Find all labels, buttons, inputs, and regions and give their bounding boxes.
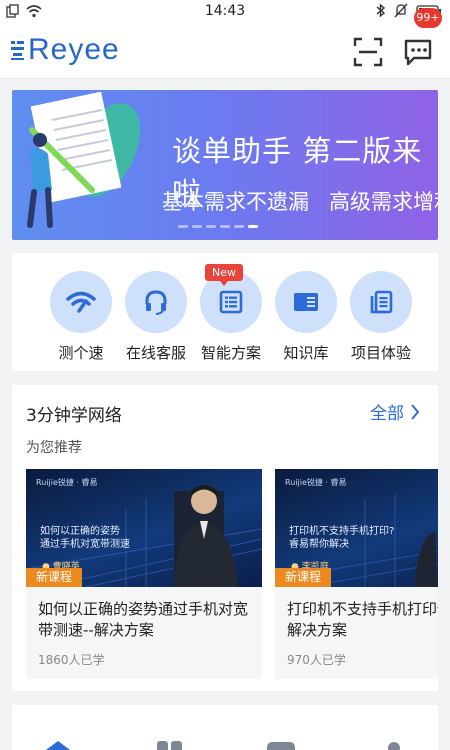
thumbnail-brand: Ruijie锐捷 · 睿易 [285,478,347,487]
thumbnail-caption: 打印机不支持手机打印? 睿易帮你解决 [289,525,394,551]
docs-stack-icon [370,290,393,314]
quick-action-online-service[interactable]: 在线客服 [119,271,193,363]
section-title: 3分钟学网络 [26,406,122,426]
thumbnail-caption-line: 睿易帮你解决 [289,539,349,550]
course-title: 如何以正确的姿势通过手机对宽带测速--解决方案 [38,600,249,639]
thumbnail-brand: Ruijie锐捷 · 睿易 [36,478,98,487]
mute-bell-icon [394,3,408,18]
new-course-tag: 新课程 [275,568,331,587]
quick-action-label: 在线客服 [125,344,186,362]
page-dot[interactable] [192,225,202,228]
home-tab-icon[interactable] [40,739,76,750]
scan-icon [353,37,383,67]
profile-tab-icon[interactable] [386,740,402,750]
view-all-link[interactable]: 全部 [370,399,420,424]
quick-action-label: 测个速 [58,344,104,362]
wifi-speed-icon [66,291,96,313]
page-dot[interactable] [220,225,230,228]
quick-action-icon-circle [275,271,337,333]
scan-button[interactable] [352,36,384,68]
messages-button[interactable] [402,36,436,68]
chat-icon [404,39,432,66]
headset-icon [145,290,167,315]
quick-action-label: 知识库 [283,344,329,362]
message-count-badge: 99+ [414,8,442,28]
section-subtitle: 为您推荐 [26,440,82,456]
logo-mark-icon [11,41,24,60]
quick-action-icon-circle [350,271,412,333]
status-bar: 14:43 [0,0,450,24]
quick-actions-panel: 测个速 在线客服 智能方案 知识库 项目体验 New [12,253,438,371]
top-bar: Reyee [0,24,450,79]
thumbnail-caption: 如何以正确的姿势 通过手机对宽带测速 [40,525,130,551]
reyee-logo: Reyee [10,33,120,67]
quick-action-project-experience[interactable]: 项目体验 [344,271,418,363]
thumbnail-caption-line: 打印机不支持手机打印? [289,526,395,537]
quick-action-label: 智能方案 [200,344,261,362]
quick-action-label: 项目体验 [350,344,411,362]
page-dot[interactable] [178,225,188,228]
banner-pagination [178,225,258,228]
learner-count: 970人已学 [287,653,346,667]
course-card[interactable]: Ruijie锐捷 · 睿易 打印机不支持手机打印? 睿易帮你解决 ● 李凯庭 新课… [275,469,438,679]
book-icon [294,293,318,311]
new-badge: New [205,264,243,286]
chevron-right-icon [411,403,420,420]
document-list-icon [219,290,243,314]
quick-action-icon-circle [50,271,112,333]
banner-subtitle: 基本需求不遗漏 高级需求增利润 [162,190,438,214]
store-tab-icon[interactable] [266,741,296,750]
view-all-label: 全部 [370,404,404,424]
page-dot-active[interactable] [248,225,258,228]
learning-section: 3分钟学网络 全部 为您推荐 Ruijie锐捷 · 睿易 如何以正确的姿势 通过手… [12,385,438,691]
page-dot[interactable] [234,225,244,228]
thumbnail-caption-line: 如何以正确的姿势 [40,526,120,537]
learner-count: 1860人已学 [38,653,105,667]
quick-action-icon-circle [125,271,187,333]
page-dot[interactable] [206,225,216,228]
quick-action-speed-test[interactable]: 测个速 [44,271,118,363]
course-card[interactable]: Ruijie锐捷 · 睿易 如何以正确的姿势 通过手机对宽带测速 ● 曹晓英 新课… [26,469,262,679]
course-thumbnail: Ruijie锐捷 · 睿易 打印机不支持手机打印? 睿易帮你解决 ● 李凯庭 新课… [275,469,438,587]
promo-banner[interactable]: 谈单助手 第二版来啦 基本需求不遗漏 高级需求增利润 [12,90,438,240]
apps-tab-icon[interactable] [156,740,184,750]
course-title: 打印机不支持手机打印你解决--解决方案 [287,600,438,639]
quick-action-smart-plan[interactable]: 智能方案 [194,271,268,363]
quick-action-knowledge-base[interactable]: 知识库 [269,271,343,363]
new-course-tag: 新课程 [26,568,82,587]
bottom-tab-bar [0,736,450,750]
bluetooth-icon [376,3,386,18]
logo-text: Reyee [28,33,120,66]
course-thumbnail: Ruijie锐捷 · 睿易 如何以正确的姿势 通过手机对宽带测速 ● 曹晓英 新课… [26,469,262,587]
banner-illustration [27,91,141,228]
thumbnail-caption-line: 通过手机对宽带测速 [40,539,130,550]
